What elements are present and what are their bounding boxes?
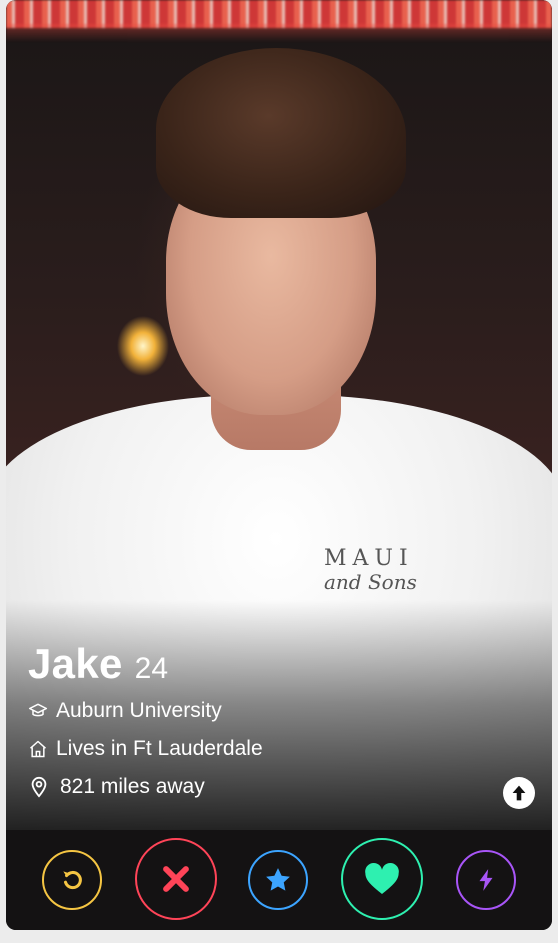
location-pin-icon [31,776,47,798]
hair [156,48,406,218]
action-bar [6,830,552,930]
super-like-button[interactable] [248,850,308,910]
school-text: Auburn University [56,699,222,722]
rewind-icon [63,870,82,890]
lightning-icon [479,869,493,891]
profile-age: 24 [134,652,169,685]
distance-text: 821 miles away [60,775,205,798]
profile-name: Jake [28,640,123,687]
school-row: Auburn University [28,696,263,726]
distance-row: 821 miles away [28,772,263,802]
heart-icon [365,863,399,894]
boost-button[interactable] [456,850,516,910]
arrow-up-icon [512,785,526,801]
close-icon [163,866,189,892]
expand-profile-button[interactable] [503,777,535,809]
profile-card[interactable]: MAUI and Sons Jake 24 Auburn University … [6,0,552,930]
residence-text: Lives in Ft Lauderdale [56,737,263,760]
nope-button[interactable] [135,838,217,920]
rewind-button[interactable] [42,850,102,910]
star-icon [266,868,290,891]
graduation-cap-icon [28,703,48,717]
residence-row: Lives in Ft Lauderdale [28,734,263,764]
shirt-logo: MAUI and Sons [324,546,417,594]
like-button[interactable] [341,838,423,920]
house-icon [30,740,46,758]
string-lights [6,0,552,42]
name-row: Jake 24 [28,640,263,688]
profile-info: Jake 24 Auburn University Lives in Ft La… [28,640,263,802]
